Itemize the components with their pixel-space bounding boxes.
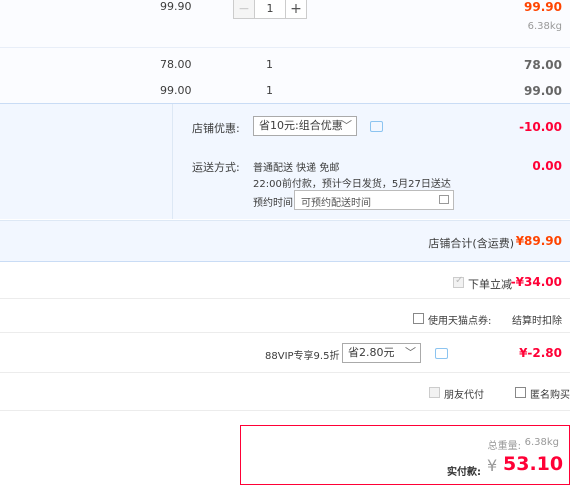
message-icon[interactable] <box>370 121 383 132</box>
chevron-down-icon: ﹀ <box>341 119 352 132</box>
instant-discount-checkbox: ✓ <box>453 275 464 288</box>
pay-currency: ¥ <box>487 456 498 475</box>
appointment-time-input[interactable]: 可预约配送时间 <box>294 190 454 210</box>
tmall-points-checkbox[interactable] <box>413 313 424 324</box>
anonymous-checkbox[interactable] <box>515 387 526 398</box>
item-subtotal: 99.00 <box>524 84 562 98</box>
shipping-label: 运送方式: <box>192 161 240 174</box>
vip-label: 88VIP专享9.5折 <box>265 351 340 362</box>
pay-label: 实付款: <box>447 467 481 478</box>
quantity-input[interactable]: 1 <box>255 0 285 19</box>
shop-total-label: 店铺合计(含运费) <box>428 237 514 250</box>
item-subtotal: 78.00 <box>524 58 562 72</box>
increase-button[interactable]: + <box>285 0 307 19</box>
item-subtotal: 99.90 <box>524 0 562 14</box>
vip-amount: ¥-2.80 <box>519 346 562 360</box>
instant-discount-label: 下单立减 <box>468 278 512 291</box>
item-weight: 6.38kg <box>527 21 562 32</box>
shop-total-amount: ¥89.90 <box>515 234 562 248</box>
item-unit-price: 78.00 <box>160 58 192 71</box>
panel-left-separator <box>172 104 173 219</box>
shop-discount-selected: 省10元:组合优惠 <box>259 119 343 132</box>
shipping-note: 22:00前付款，预计今日发货，5月27日送达 <box>253 179 451 190</box>
vip-discount-select[interactable]: 省2.80元 ﹀ <box>342 343 421 363</box>
friend-pay-label: 朋友代付 <box>444 390 484 401</box>
vip-selected: 省2.80元 <box>348 346 395 359</box>
shop-discount-select[interactable]: 省10元:组合优惠 ﹀ <box>253 116 357 136</box>
section-divider <box>0 332 570 333</box>
appointment-label: 预约时间 <box>253 198 293 209</box>
anonymous-label: 匿名购买 <box>530 390 570 401</box>
appointment-time-placeholder: 可预约配送时间 <box>301 198 371 209</box>
item-quantity: 1 <box>266 58 273 71</box>
section-divider <box>0 298 570 299</box>
chevron-down-icon: ﹀ <box>405 346 416 359</box>
tmall-points-label: 使用天猫点券: <box>428 316 492 327</box>
calendar-icon <box>439 195 449 204</box>
instant-discount-amount: -¥34.00 <box>510 275 562 289</box>
friend-pay-checkbox <box>429 387 440 398</box>
total-weight-label: 总重量: <box>487 441 521 452</box>
section-divider <box>0 410 570 411</box>
decrease-button[interactable]: − <box>233 0 255 19</box>
item-unit-price: 99.90 <box>160 0 192 13</box>
total-weight: 6.38kg <box>524 437 559 448</box>
item-unit-price: 99.00 <box>160 84 192 97</box>
tmall-points-note: 结算时扣除 <box>512 316 562 327</box>
shipping-method: 普通配送 快递 免邮 <box>253 163 340 174</box>
quantity-stepper[interactable]: − 1 + <box>233 0 307 19</box>
section-divider <box>0 372 570 373</box>
items-divider <box>0 47 570 48</box>
shop-discount-label: 店铺优惠: <box>192 122 240 135</box>
item-quantity: 1 <box>266 84 273 97</box>
shipping-fee: 0.00 <box>532 159 562 173</box>
message-icon[interactable] <box>435 348 448 359</box>
shop-discount-amount: -10.00 <box>519 120 562 134</box>
check-icon: ✓ <box>455 275 464 286</box>
order-summary-box: 总重量: 6.38kg 实付款: ¥ 53.10 <box>240 425 570 485</box>
pay-amount: 53.10 <box>503 453 564 475</box>
